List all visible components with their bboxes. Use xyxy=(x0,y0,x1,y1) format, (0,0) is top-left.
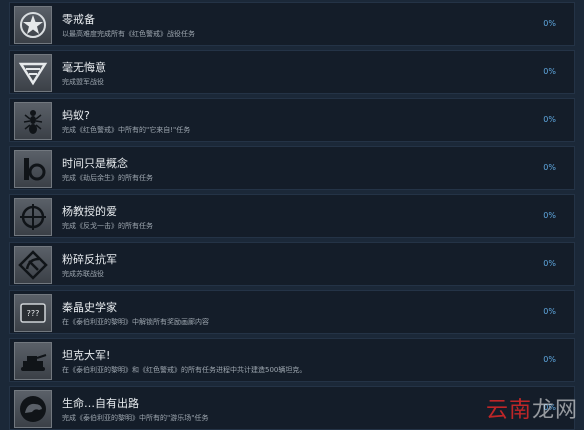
achievement-percent: 0% xyxy=(543,355,556,364)
achievement-row[interactable]: 零戒备 以最高难度完成所有《红色警戒》战役任务 0% xyxy=(9,2,575,46)
achievement-description: 完成盟军战役 xyxy=(62,78,104,86)
achievement-title: 粉碎反抗军 xyxy=(62,253,117,266)
achievement-description: 完成《泰伯利亚的黎明》中所有的"游乐场"任务 xyxy=(62,414,209,422)
achievement-percent: 0% xyxy=(543,67,556,76)
watermark-part1: 云南 xyxy=(485,398,532,423)
achievement-description: 完成《劫后余生》的所有任务 xyxy=(62,174,153,182)
allied-eagle-icon xyxy=(14,54,52,92)
achievement-percent: 0% xyxy=(543,163,556,172)
dinosaur-icon xyxy=(14,390,52,428)
achievement-row[interactable]: 毫无悔意 完成盟军战役 0% xyxy=(9,50,575,94)
achievement-row[interactable]: 杨教授的爱 完成《反戈一击》的所有任务 0% xyxy=(9,194,575,238)
achievement-title: 生命…自有出路 xyxy=(62,397,139,410)
achievement-title: 坦克大军! xyxy=(62,349,111,362)
achievement-description: 在《泰伯利亚的黎明》和《红色警戒》的所有任务进程中共计建造500辆坦克。 xyxy=(62,366,307,374)
achievement-title: 秦晶史学家 xyxy=(62,301,117,314)
crosshair-icon xyxy=(14,198,52,236)
achievement-row[interactable]: 粉碎反抗军 完成苏联战役 0% xyxy=(9,242,575,286)
ant-icon xyxy=(14,102,52,140)
hammer-sickle-icon xyxy=(14,246,52,284)
achievement-percent: 0% xyxy=(543,211,556,220)
achievement-title: 蚂蚁? xyxy=(62,109,90,122)
achievement-description: 完成《反戈一击》的所有任务 xyxy=(62,222,153,230)
achievement-description: 完成《红色警戒》中所有的"它来自!"任务 xyxy=(62,126,191,134)
achievement-description: 以最高难度完成所有《红色警戒》战役任务 xyxy=(62,30,195,38)
achievement-title: 毫无悔意 xyxy=(62,61,106,74)
achievement-row[interactable]: ??? 秦晶史学家 在《泰伯利亚的黎明》中解锁所有奖励画廊内容 0% xyxy=(9,290,575,334)
svg-text:???: ??? xyxy=(27,309,40,318)
achievement-title: 时间只是概念 xyxy=(62,157,128,170)
question-box-icon: ??? xyxy=(14,294,52,332)
tank-icon xyxy=(14,342,52,380)
achievement-title: 零戒备 xyxy=(62,13,95,26)
time-gear-icon xyxy=(14,150,52,188)
achievement-row[interactable]: 蚂蚁? 完成《红色警戒》中所有的"它来自!"任务 0% xyxy=(9,98,575,142)
achievement-percent: 0% xyxy=(543,19,556,28)
achievement-title: 杨教授的爱 xyxy=(62,205,117,218)
achievement-percent: 0% xyxy=(543,115,556,124)
achievement-description: 完成苏联战役 xyxy=(62,270,104,278)
achievement-row[interactable]: 时间只是概念 完成《劫后余生》的所有任务 0% xyxy=(9,146,575,190)
achievement-description: 在《泰伯利亚的黎明》中解锁所有奖励画廊内容 xyxy=(62,318,209,326)
achievement-percent: 0% xyxy=(543,307,556,316)
soviet-star-badge-icon xyxy=(14,6,52,44)
site-watermark: 云南龙网 xyxy=(486,392,578,424)
watermark-part2: 龙网 xyxy=(531,398,578,423)
achievement-percent: 0% xyxy=(543,259,556,268)
achievement-row[interactable]: 坦克大军! 在《泰伯利亚的黎明》和《红色警戒》的所有任务进程中共计建造500辆坦… xyxy=(9,338,575,382)
